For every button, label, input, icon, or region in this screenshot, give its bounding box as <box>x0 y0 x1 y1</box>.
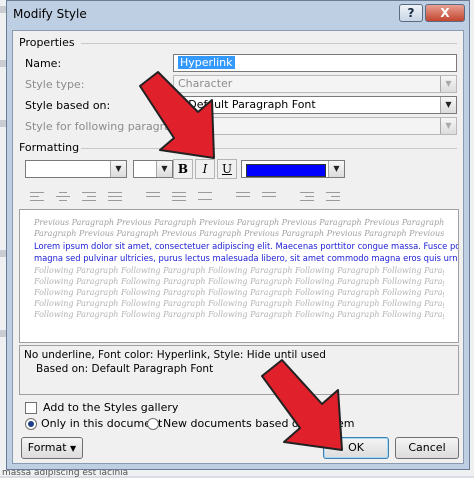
name-value: Hyperlink <box>178 56 235 69</box>
only-this-document-radio[interactable] <box>25 418 37 430</box>
style-type-label: Style type: <box>25 78 85 91</box>
italic-button[interactable]: I <box>195 159 215 179</box>
following-paragraph-label: Style for following paragraph: <box>25 120 189 133</box>
font-name-select[interactable]: ▼ <box>25 160 127 178</box>
one-half-spacing-icon[interactable] <box>169 189 189 205</box>
align-left-icon[interactable] <box>27 189 47 205</box>
help-button[interactable]: ? <box>399 4 423 22</box>
ok-button[interactable]: OK <box>323 437 389 459</box>
underline-button[interactable]: U <box>217 159 237 179</box>
preview-previous-line: Paragraph Previous Paragraph Previous Pa… <box>34 229 444 238</box>
add-to-gallery-label[interactable]: Add to the Styles gallery <box>43 401 178 414</box>
justify-icon[interactable] <box>105 189 125 205</box>
name-field[interactable]: Hyperlink <box>173 54 457 72</box>
chevron-down-icon[interactable]: ▼ <box>156 161 172 177</box>
properties-section-label: Properties <box>19 36 75 49</box>
align-center-icon[interactable] <box>53 189 73 205</box>
chevron-down-icon[interactable]: ▼ <box>110 161 126 177</box>
align-right-icon[interactable] <box>79 189 99 205</box>
new-documents-radio[interactable] <box>147 418 159 430</box>
only-this-document-label[interactable]: Only in this document <box>41 417 162 430</box>
chevron-down-icon[interactable]: ▼ <box>328 161 344 177</box>
preview-previous-line: Previous Paragraph Previous Paragraph Pr… <box>34 218 444 227</box>
style-based-on-label: Style based on: <box>25 99 111 112</box>
description-based-on: Based on: Default Paragraph Font <box>36 363 214 375</box>
formatting-section-label: Formatting <box>19 141 80 154</box>
style-type-select: Character ▼ <box>173 75 457 93</box>
space-after-icon[interactable] <box>259 189 279 205</box>
style-description: No underline, Font color: Hyperlink, Sty… <box>19 345 459 395</box>
decrease-indent-icon[interactable] <box>297 189 317 205</box>
dialog-client-area: Properties Name: Hyperlink Style type: C… <box>12 30 464 464</box>
font-color-swatch <box>246 164 326 177</box>
preview-sample-line: Lorem ipsum dolor sit amet, consectetuer… <box>34 241 459 251</box>
double-spacing-icon[interactable] <box>195 189 215 205</box>
style-type-value: Character <box>178 77 233 90</box>
preview-following-line: Following Paragraph Following Paragraph … <box>34 277 444 286</box>
style-preview-pane: Previous Paragraph Previous Paragraph Pr… <box>19 209 459 343</box>
chevron-down-icon: ▼ <box>440 118 456 134</box>
font-color-select[interactable]: ▼ <box>241 160 345 178</box>
bold-button[interactable]: B <box>173 159 193 179</box>
single-spacing-icon[interactable] <box>143 189 163 205</box>
font-size-select[interactable]: ▼ <box>133 160 173 178</box>
chevron-down-icon: ▼ <box>440 76 456 92</box>
preview-following-line: Following Paragraph Following Paragraph … <box>34 310 444 319</box>
properties-divider <box>81 43 457 44</box>
preview-following-line: Following Paragraph Following Paragraph … <box>34 266 444 275</box>
name-label: Name: <box>25 57 62 70</box>
cancel-button[interactable]: Cancel <box>395 437 459 459</box>
chevron-down-icon[interactable]: ▼ <box>440 97 456 113</box>
modify-style-dialog: Modify Style ? X Properties Name: Hyperl… <box>6 0 470 470</box>
format-button-label: Format <box>27 441 67 454</box>
formatting-divider <box>81 148 457 149</box>
description-line: No underline, Font color: Hyperlink, Sty… <box>24 349 326 361</box>
dialog-title: Modify Style <box>13 7 87 21</box>
space-before-icon[interactable] <box>233 189 253 205</box>
style-based-on-value: a Default Paragraph Font <box>178 98 316 111</box>
add-to-gallery-checkbox[interactable] <box>25 402 37 414</box>
following-paragraph-select: ▼ <box>173 117 457 135</box>
format-button[interactable]: Format ▼ <box>21 437 83 459</box>
style-based-on-select[interactable]: a Default Paragraph Font ▼ <box>173 96 457 114</box>
preview-following-line: Following Paragraph Following Paragraph … <box>34 288 444 297</box>
chevron-down-icon: ▼ <box>70 444 77 453</box>
increase-indent-icon[interactable] <box>323 189 343 205</box>
preview-sample-line: magna sed pulvinar ultricies, purus lect… <box>34 253 459 263</box>
new-documents-label[interactable]: New documents based on this tem <box>163 417 354 430</box>
preview-following-line: Following Paragraph Following Paragraph … <box>34 299 444 308</box>
close-button[interactable]: X <box>425 4 465 22</box>
title-bar[interactable]: Modify Style ? X <box>7 1 469 29</box>
